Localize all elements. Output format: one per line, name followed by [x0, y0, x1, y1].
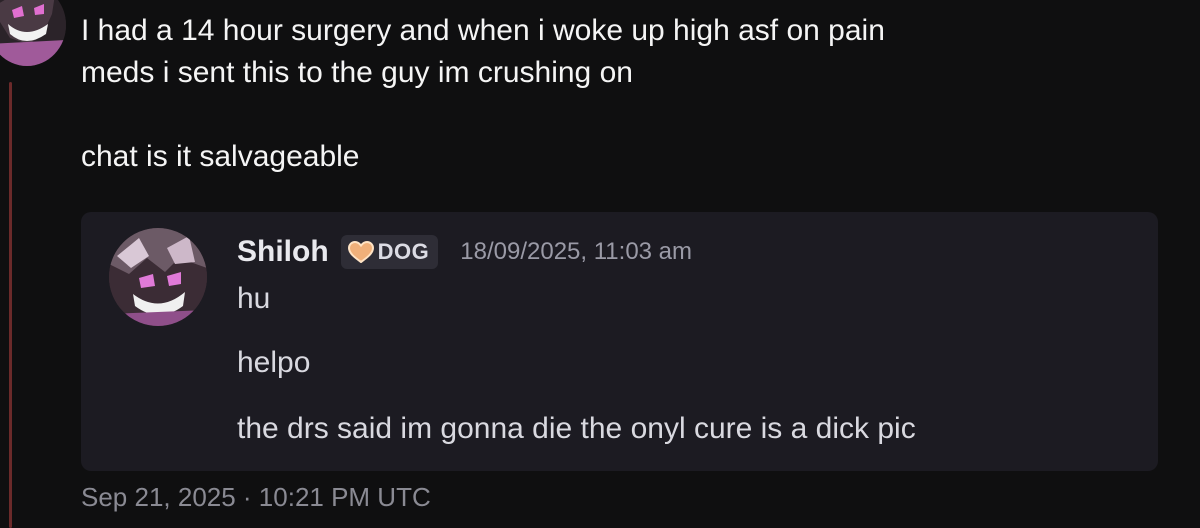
message-header: Shiloh DOG 18/09/2025, 11:03 am	[237, 230, 692, 274]
shiloh-avatar-image	[109, 228, 207, 326]
post-text: I had a 14 hour surgery and when i woke …	[81, 14, 885, 173]
message-line: hu	[237, 282, 271, 315]
poster-avatar-image	[0, 0, 66, 66]
shiloh-avatar[interactable]	[109, 228, 207, 326]
heart-icon	[347, 241, 374, 263]
post-timestamp[interactable]: Sep 21, 2025 · 10:21 PM UTC	[81, 482, 431, 513]
message-line: the drs said im gonna die the onyl cure …	[237, 412, 916, 445]
message-timestamp: 18/09/2025, 11:03 am	[460, 238, 693, 265]
poster-avatar[interactable]	[0, 0, 66, 66]
message-line: helpo	[237, 346, 311, 379]
username[interactable]: Shiloh	[237, 235, 329, 269]
quoted-message-embed[interactable]: Shiloh DOG 18/09/2025, 11:03 am hu helpo…	[81, 212, 1158, 471]
guild-tag-label: DOG	[377, 239, 430, 264]
thread-line	[9, 82, 12, 528]
guild-tag-badge[interactable]: DOG	[340, 235, 439, 269]
